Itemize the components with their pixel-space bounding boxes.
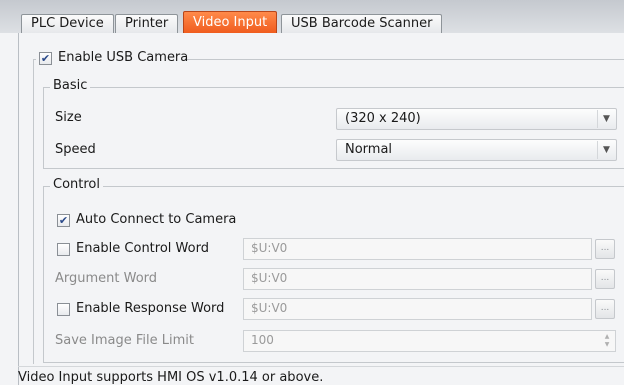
control-word-checkbox[interactable]	[57, 243, 70, 256]
control-word-browse-button[interactable]: ...	[595, 239, 615, 259]
size-select[interactable]: (320 x 240) ▼	[336, 108, 617, 130]
tab-printer[interactable]: Printer	[115, 14, 179, 33]
chevron-down-icon[interactable]: ▼	[597, 141, 615, 159]
footer-note: Video Input supports HMI OS v1.0.14 or a…	[18, 370, 324, 385]
tab-usb-barcode-scanner[interactable]: USB Barcode Scanner	[281, 14, 443, 33]
argument-word-value: $U:V0	[251, 271, 288, 285]
chevron-down-icon[interactable]: ▼	[597, 110, 615, 128]
auto-connect-checkbox[interactable]: ✔	[57, 214, 70, 227]
tab-video-input[interactable]: Video Input	[183, 11, 278, 34]
response-word-field[interactable]: $U:V0	[243, 298, 592, 320]
footer-divider	[18, 366, 624, 367]
size-value: (320 x 240)	[345, 111, 421, 126]
file-limit-label: Save Image File Limit	[55, 333, 195, 348]
response-word-label: Enable Response Word	[76, 301, 225, 316]
control-word-value: $U:V0	[251, 241, 288, 255]
argument-word-browse-button[interactable]: ...	[595, 269, 615, 289]
speed-value: Normal	[345, 142, 393, 157]
enable-camera-label: Enable USB Camera	[58, 50, 189, 65]
control-group-border-left	[43, 186, 44, 363]
enable-camera-checkbox[interactable]: ✔	[39, 52, 52, 65]
spinner-arrows-icon[interactable]: ▲ ▼	[602, 333, 612, 349]
response-word-checkbox[interactable]	[57, 303, 70, 316]
control-legend: Control	[50, 177, 103, 192]
size-label: Size	[55, 110, 82, 125]
control-word-label: Enable Control Word	[76, 241, 209, 256]
control-group-border-top	[43, 186, 624, 187]
camera-group-border-left	[33, 59, 34, 364]
speed-label: Speed	[55, 142, 96, 157]
basic-group-border-bottom	[43, 168, 624, 169]
argument-word-field[interactable]: $U:V0	[243, 268, 592, 290]
control-group-border-bottom	[43, 362, 624, 363]
tab-plc-device[interactable]: PLC Device	[21, 14, 114, 33]
basic-group-border-top	[43, 87, 624, 88]
spin-up-icon[interactable]: ▲	[602, 333, 612, 341]
basic-group-border-left	[43, 87, 44, 169]
argument-word-label: Argument Word	[55, 271, 158, 286]
auto-connect-label: Auto Connect to Camera	[76, 212, 237, 227]
speed-select[interactable]: Normal ▼	[336, 139, 617, 161]
file-limit-value: 100	[251, 333, 274, 347]
response-word-value: $U:V0	[251, 301, 288, 315]
response-word-browse-button[interactable]: ...	[595, 299, 615, 319]
file-limit-spinner[interactable]: 100 ▲ ▼	[243, 330, 616, 352]
spin-down-icon[interactable]: ▼	[602, 341, 612, 349]
control-word-field[interactable]: $U:V0	[243, 238, 592, 260]
basic-legend: Basic	[50, 78, 91, 93]
